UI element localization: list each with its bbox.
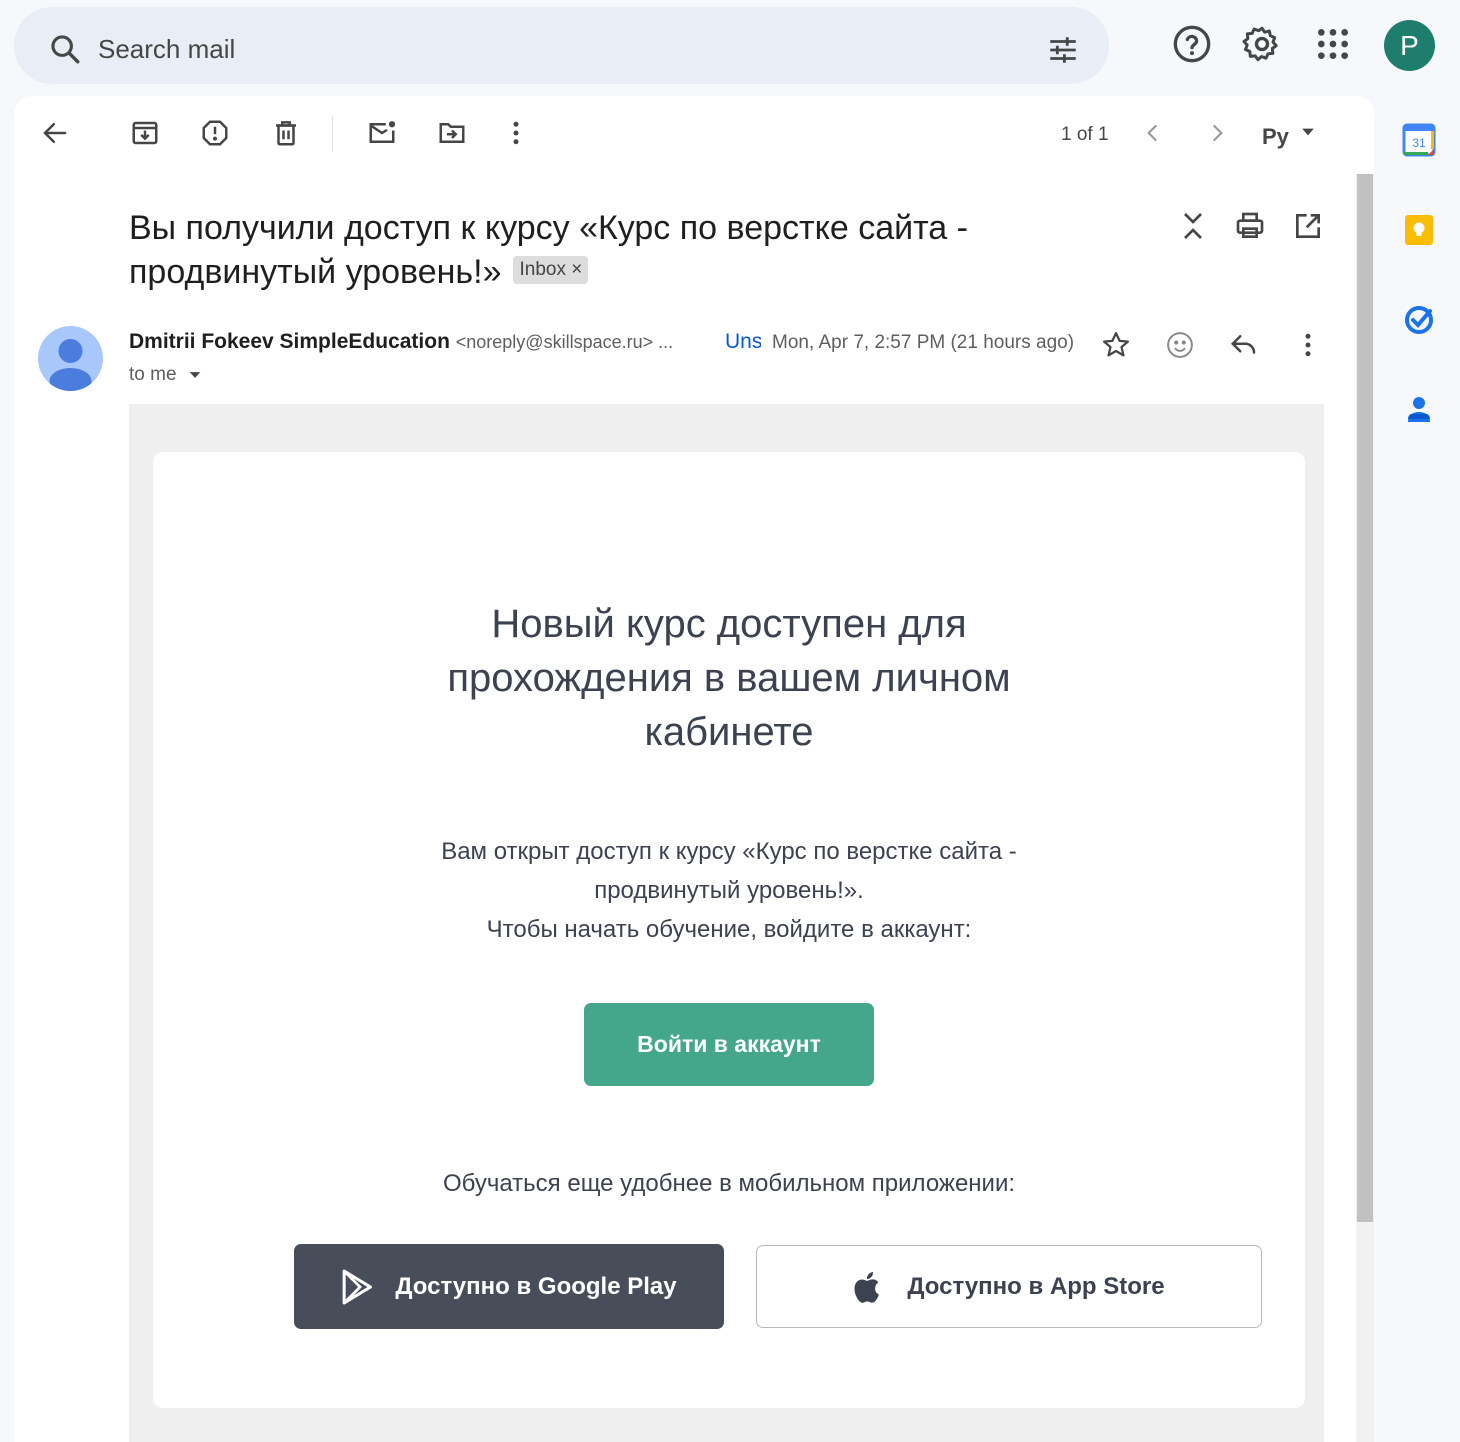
add-reaction-emoji-icon[interactable] <box>1165 330 1195 360</box>
email-content-card: Новый курс доступен для прохождения в ва… <box>153 452 1305 1408</box>
paragraph-line-2: продвинутый уровень!». <box>594 877 864 904</box>
app-store-label: Доступно в App Store <box>907 1272 1165 1300</box>
email-paragraph: Вам открыт доступ к курсу «Курс по верст… <box>153 832 1305 949</box>
unsubscribe-link[interactable]: Unsubscribe <box>725 330 761 354</box>
email-view-panel: 1 of 1 Ру Вы получили доступ к курсу «Ку… <box>14 96 1374 1442</box>
pagination-count: 1 of 1 <box>1061 124 1109 145</box>
print-icon[interactable] <box>1234 210 1266 242</box>
google-contacts-icon[interactable] <box>1401 392 1437 428</box>
delete-trash-icon[interactable] <box>271 118 301 148</box>
scrollbar-thumb[interactable] <box>1357 174 1373 1222</box>
apps-grid-icon[interactable] <box>1313 24 1353 64</box>
sender-name[interactable]: Dmitrii Fokeev SimpleEducation <box>129 330 450 353</box>
google-play-label: Доступно в Google Play <box>395 1272 677 1300</box>
google-play-button[interactable]: Доступно в Google Play <box>294 1244 724 1329</box>
sender-email: <noreply@skillspace.ru> ... <box>455 332 674 352</box>
paragraph-line-3: Чтобы начать обучение, войдите в аккаунт… <box>486 916 972 943</box>
search-bar[interactable]: Search mail <box>14 7 1109 84</box>
archive-icon[interactable] <box>130 118 160 148</box>
label-chip-text: Inbox <box>519 259 566 281</box>
recipient-text: to me <box>129 364 177 385</box>
sender-avatar <box>38 326 103 391</box>
person-icon <box>49 339 92 391</box>
open-in-new-window-icon[interactable] <box>1292 210 1324 242</box>
recipient-caret-icon[interactable] <box>188 368 202 382</box>
calendar-day-number: 31 <box>1412 136 1426 150</box>
email-body: Новый курс доступен для прохождения в ва… <box>129 404 1324 1442</box>
chevron-left-icon[interactable] <box>1140 120 1166 146</box>
inbox-label-chip[interactable]: Inbox × <box>513 256 589 285</box>
mobile-app-text: Обучаться еще удобнее в мобильном прилож… <box>442 1170 1016 1197</box>
email-date: Mon, Apr 7, 2:57 PM (21 hours ago) <box>772 332 1075 353</box>
message-more-icon[interactable] <box>1293 330 1323 360</box>
app-store-button[interactable]: Доступно в App Store <box>756 1245 1262 1328</box>
remove-label-icon[interactable]: × <box>571 259 582 280</box>
login-button[interactable]: Войти в аккаунт <box>584 1003 874 1086</box>
email-heading: Новый курс доступен для прохождения в ва… <box>153 597 1305 759</box>
star-icon[interactable] <box>1101 330 1131 360</box>
move-to-folder-icon[interactable] <box>437 118 467 148</box>
reply-icon[interactable] <box>1229 330 1259 360</box>
mark-unread-icon[interactable] <box>367 118 397 148</box>
google-calendar-icon[interactable]: 31 <box>1401 122 1437 158</box>
google-keep-icon[interactable] <box>1401 212 1437 248</box>
back-arrow-icon[interactable] <box>40 118 70 148</box>
search-icon[interactable] <box>48 32 82 66</box>
email-subject: Вы получили доступ к курсу «Курс по верс… <box>129 206 1029 294</box>
google-play-icon <box>343 1269 373 1304</box>
google-tasks-icon[interactable] <box>1401 302 1437 338</box>
search-options-icon[interactable] <box>1046 33 1080 67</box>
report-spam-icon[interactable] <box>200 118 230 148</box>
account-avatar[interactable]: P <box>1384 20 1435 71</box>
paragraph-line-1: Вам открыт доступ к курсу «Курс по верст… <box>441 838 1017 865</box>
help-icon[interactable] <box>1172 24 1212 64</box>
more-options-icon[interactable] <box>501 118 531 148</box>
heading-text: Новый курс доступен для прохождения в ва… <box>447 602 1011 754</box>
settings-gear-icon[interactable] <box>1242 24 1282 64</box>
input-language-selector[interactable]: Ру <box>1262 124 1289 150</box>
toolbar-divider <box>332 116 333 152</box>
caret-down-icon[interactable] <box>1298 122 1318 142</box>
recipient-details[interactable]: to me <box>129 364 202 386</box>
chevron-right-icon[interactable] <box>1204 120 1230 146</box>
collapse-all-icon[interactable] <box>1177 210 1209 242</box>
sender-info: Dmitrii Fokeev SimpleEducation <noreply@… <box>129 330 673 354</box>
search-input[interactable]: Search mail <box>98 34 235 65</box>
apple-logo-icon <box>854 1271 880 1303</box>
